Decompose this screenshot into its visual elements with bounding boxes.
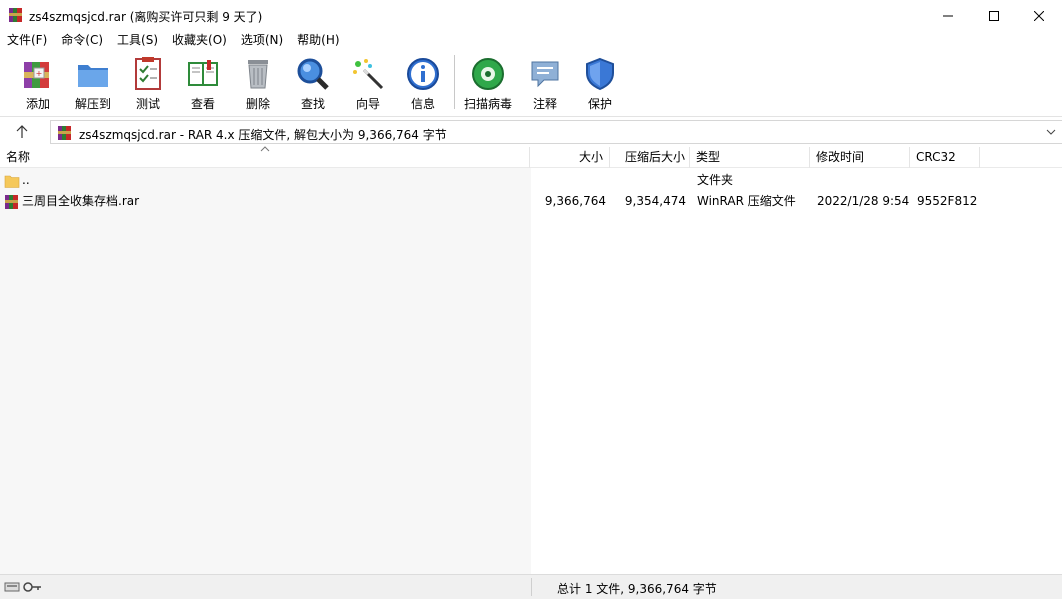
magic-wand-icon xyxy=(350,56,386,92)
up-folder-button[interactable] xyxy=(8,122,36,142)
window-title: zs4szmqsjcd.rar (离购买许可只剩 9 天了) xyxy=(29,10,263,24)
address-bar: zs4szmqsjcd.rar - RAR 4.x 压缩文件, 解包大小为 9,… xyxy=(0,116,1062,146)
magnifier-icon xyxy=(295,56,331,92)
virus-scan-icon xyxy=(470,56,506,92)
rar-archive-icon xyxy=(57,125,73,141)
item-type: WinRAR 压缩文件 xyxy=(697,194,796,208)
status-bar: 总计 1 文件, 9,366,764 字节 xyxy=(0,574,1062,599)
comment-label: 注释 xyxy=(532,97,557,111)
toolbar-separator xyxy=(454,55,455,109)
menu-options[interactable]: 选项(N) xyxy=(234,31,290,50)
maximize-button[interactable] xyxy=(971,0,1017,31)
wizard-label: 向导 xyxy=(355,97,380,111)
file-list: .. 文件夹 三周目全收集存档.rar 9,366,764 9,354,474 … xyxy=(0,168,1062,574)
archive-path: zs4szmqsjcd.rar - RAR 4.x 压缩文件, 解包大小为 9,… xyxy=(79,128,447,142)
item-size xyxy=(530,170,606,191)
status-summary: 总计 1 文件, 9,366,764 字节 xyxy=(557,582,717,596)
trash-icon xyxy=(240,56,276,92)
info-button[interactable]: 信息 xyxy=(397,54,449,112)
extract-label: 解压到 xyxy=(74,97,111,111)
menu-favorites[interactable]: 收藏夹(O) xyxy=(165,31,234,50)
arrow-up-icon xyxy=(16,125,28,138)
column-modified[interactable]: 修改时间 xyxy=(810,147,910,168)
chevron-down-icon[interactable] xyxy=(1044,124,1058,140)
close-button[interactable] xyxy=(1016,0,1062,31)
extract-folder-icon xyxy=(75,56,111,92)
shield-icon xyxy=(582,56,618,92)
info-label: 信息 xyxy=(410,97,435,111)
menu-tools[interactable]: 工具(S) xyxy=(110,31,165,50)
column-size[interactable]: 大小 xyxy=(530,147,610,168)
list-item[interactable]: .. 文件夹 xyxy=(0,170,1062,191)
column-packed[interactable]: 压缩后大小 xyxy=(610,147,690,168)
view-book-icon xyxy=(185,56,221,92)
rar-file-icon xyxy=(4,194,20,210)
protect-label: 保护 xyxy=(587,97,612,111)
path-field[interactable]: zs4szmqsjcd.rar - RAR 4.x 压缩文件, 解包大小为 9,… xyxy=(50,120,1062,144)
item-name: .. xyxy=(22,173,30,187)
extract-button[interactable]: 解压到 xyxy=(67,54,119,112)
item-size: 9,366,764 xyxy=(544,194,606,208)
list-item[interactable]: 三周目全收集存档.rar 9,366,764 9,354,474 WinRAR … xyxy=(0,191,1062,212)
virus-scan-button[interactable]: 扫描病毒 xyxy=(462,54,514,112)
item-packed: 9,354,474 xyxy=(624,194,686,208)
wizard-button[interactable]: 向导 xyxy=(342,54,394,112)
protect-button[interactable]: 保护 xyxy=(574,54,626,112)
toolbar: + 添加 解压到 测试 查看 删除 查找 向导 信息 扫描病毒 注释 保护 xyxy=(0,50,1062,116)
status-divider xyxy=(531,578,532,596)
comment-button[interactable]: 注释 xyxy=(519,54,571,112)
add-archive-icon: + xyxy=(20,56,56,92)
test-checklist-icon xyxy=(130,56,166,92)
menu-file[interactable]: 文件(F) xyxy=(0,31,54,50)
title-bar: zs4szmqsjcd.rar (离购买许可只剩 9 天了) xyxy=(0,0,1062,31)
comment-icon xyxy=(527,56,563,92)
view-label: 查看 xyxy=(190,97,215,111)
menu-help[interactable]: 帮助(H) xyxy=(290,31,346,50)
item-crc: 9552F812 xyxy=(917,194,978,208)
virus-scan-label: 扫描病毒 xyxy=(463,97,512,111)
column-crc[interactable]: CRC32 xyxy=(910,147,980,168)
item-name: 三周目全收集存档.rar xyxy=(22,194,140,208)
winrar-app-icon xyxy=(8,7,24,23)
folder-icon xyxy=(4,173,20,189)
menu-bar: 文件(F) 命令(C) 工具(S) 收藏夹(O) 选项(N) 帮助(H) xyxy=(0,31,1062,50)
test-button[interactable]: 测试 xyxy=(122,54,174,112)
list-header: 名称 大小 压缩后大小 类型 修改时间 CRC32 xyxy=(0,146,1062,168)
info-icon xyxy=(405,56,441,92)
find-button[interactable]: 查找 xyxy=(287,54,339,112)
add-button[interactable]: + 添加 xyxy=(12,54,64,112)
menu-commands[interactable]: 命令(C) xyxy=(54,31,110,50)
view-button[interactable]: 查看 xyxy=(177,54,229,112)
minimize-button[interactable] xyxy=(925,0,971,31)
item-packed xyxy=(610,170,686,191)
add-label: 添加 xyxy=(25,97,50,111)
column-name[interactable]: 名称 xyxy=(0,147,530,168)
test-label: 测试 xyxy=(135,97,160,111)
svg-text:+: + xyxy=(36,69,43,78)
delete-label: 删除 xyxy=(245,97,270,111)
drive-key-icon[interactable] xyxy=(4,580,44,594)
item-type: 文件夹 xyxy=(697,173,734,187)
item-modified: 2022/1/28 9:54 xyxy=(817,194,910,208)
name-column-pane xyxy=(0,168,531,574)
delete-button[interactable]: 删除 xyxy=(232,54,284,112)
column-type[interactable]: 类型 xyxy=(690,147,810,168)
find-label: 查找 xyxy=(300,97,325,111)
